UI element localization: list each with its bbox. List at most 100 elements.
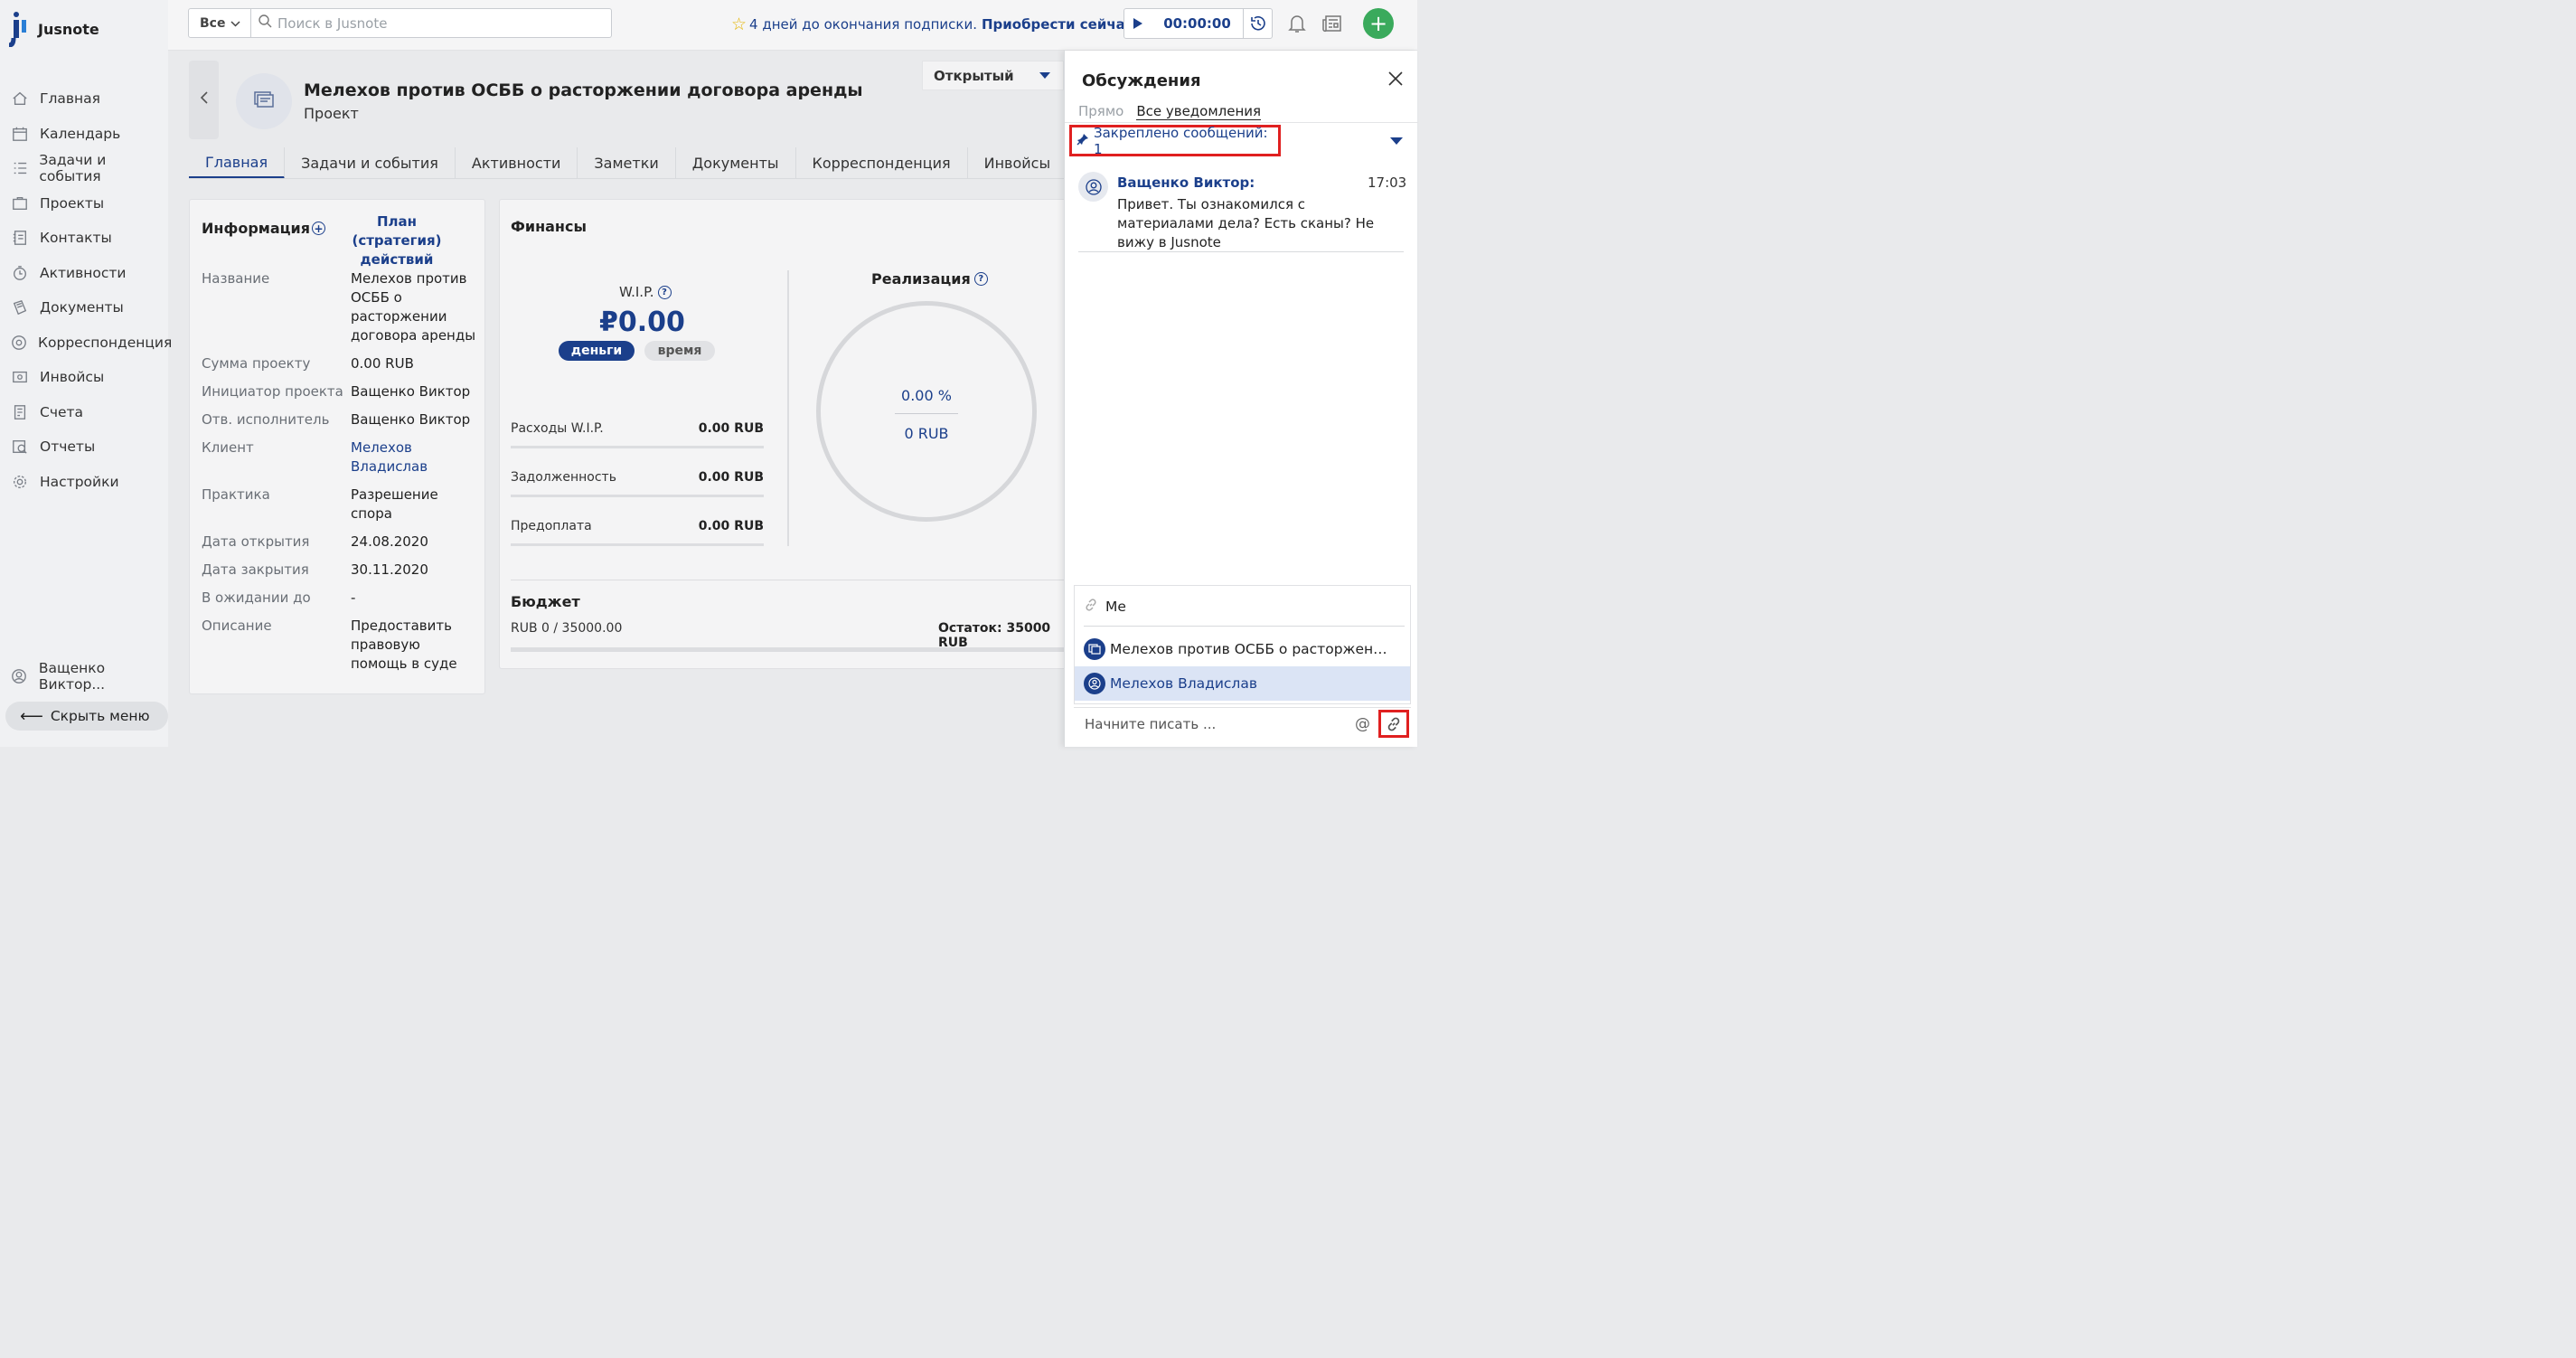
message-input[interactable] xyxy=(1074,715,1345,732)
info-value: 0.00 RUB xyxy=(351,355,414,372)
info-key: Описание xyxy=(202,618,272,634)
sidebar-item-invoices[interactable]: Инвойсы xyxy=(0,360,168,395)
link-icon[interactable] xyxy=(1378,710,1409,738)
sidebar-item-calendar[interactable]: Календарь xyxy=(0,117,168,152)
search-input[interactable] xyxy=(277,14,603,32)
sidebar-user[interactable]: Ващенко Виктор... xyxy=(11,660,168,693)
tab-invoices[interactable]: Инвойсы xyxy=(968,147,1064,178)
avatar xyxy=(1078,172,1108,202)
tab-documents[interactable]: Документы xyxy=(676,147,796,178)
info-row: Инициатор проекта Ващенко Виктор xyxy=(202,382,482,401)
link-icon xyxy=(1084,598,1098,616)
mention-option-project[interactable]: Мелехов против ОСББ о расторжении догово… xyxy=(1075,632,1410,666)
user-icon xyxy=(11,667,28,685)
client-link[interactable]: Мелехов Владислав xyxy=(351,439,477,476)
gear-icon xyxy=(11,473,29,491)
sidebar-item-correspondence[interactable]: Корреспонденция xyxy=(0,325,172,361)
info-value: 30.11.2020 xyxy=(351,561,428,578)
message-author[interactable]: Ващенко Виктор: xyxy=(1117,174,1255,191)
sidebar-item-home[interactable]: Главная xyxy=(0,81,168,117)
gauge-divider xyxy=(895,413,958,414)
logo[interactable]: Jusnote xyxy=(8,11,99,48)
help-icon[interactable]: ? xyxy=(657,285,672,299)
project-tabs: Главная Задачи и события Активности Заме… xyxy=(189,147,1064,179)
search-filter-select[interactable]: Все xyxy=(188,8,251,38)
play-icon[interactable] xyxy=(1124,17,1152,30)
tab-direct[interactable]: Прямо xyxy=(1078,103,1123,120)
contacts-icon xyxy=(11,229,29,247)
status-select[interactable]: Открытый xyxy=(922,61,1064,90)
time-toggle[interactable]: время xyxy=(644,341,715,361)
sidebar-nav: Главная Календарь Задачи и события Проек… xyxy=(0,81,172,500)
sidebar-item-documents[interactable]: Документы xyxy=(0,290,168,325)
money-toggle[interactable]: деньги xyxy=(559,341,635,361)
close-icon[interactable] xyxy=(1387,71,1406,89)
sidebar-user-name: Ващенко Виктор... xyxy=(38,660,106,693)
tab-correspondence[interactable]: Корреспонденция xyxy=(796,147,968,178)
sidebar-item-reports[interactable]: Отчеты xyxy=(0,429,168,465)
tab-tasks[interactable]: Задачи и события xyxy=(285,147,456,178)
sidebar-item-projects[interactable]: Проекты xyxy=(0,186,168,222)
info-key: Клиент xyxy=(202,439,254,456)
finance-title: Финансы xyxy=(511,218,587,235)
message-text: Привет. Ты ознакомился с материалами дел… xyxy=(1117,196,1375,250)
arrow-left-icon: ⟵ xyxy=(20,706,43,726)
help-icon[interactable]: ? xyxy=(973,272,988,286)
finance-row: Задолженность 0.00 RUB xyxy=(511,470,764,497)
add-button[interactable]: + xyxy=(1363,8,1394,39)
message-time: 17:03 xyxy=(1368,174,1407,191)
sidebar-item-label: Настройки xyxy=(40,473,119,490)
tab-notes[interactable]: Заметки xyxy=(578,147,676,178)
budget-title: Бюджет xyxy=(511,593,580,610)
sidebar-item-label: Задачи и события xyxy=(39,152,107,185)
bell-icon[interactable] xyxy=(1286,13,1308,34)
calendar-icon xyxy=(11,125,29,143)
hide-menu-button[interactable]: ⟵ Скрыть меню xyxy=(5,702,168,731)
tab-all-notifications[interactable]: Все уведомления xyxy=(1136,103,1262,120)
home-icon xyxy=(11,90,29,108)
wip-label-text: W.I.P. xyxy=(619,284,654,300)
plus-circle-icon[interactable]: + xyxy=(311,222,325,235)
back-button[interactable] xyxy=(189,61,219,139)
info-row: Практика Разрешение спора xyxy=(202,486,482,523)
topbar: Все ☆ 4 дней до окончания подписки. Прио… xyxy=(168,0,1417,51)
chevron-left-icon xyxy=(200,90,209,109)
at-sign-icon[interactable]: @ xyxy=(1355,715,1370,733)
project-folder-icon xyxy=(252,88,276,115)
info-value: Мелехов против ОСББ о расторжении догово… xyxy=(351,270,476,344)
info-value: Ващенко Виктор xyxy=(351,411,471,428)
info-key: Сумма проекту xyxy=(202,355,311,372)
status-value: Открытый xyxy=(934,67,1014,84)
tab-activities[interactable]: Активности xyxy=(456,147,578,178)
sidebar-item-accounts[interactable]: Счета xyxy=(0,395,168,430)
sidebar-item-label: Контакты xyxy=(40,230,112,247)
tab-home[interactable]: Главная xyxy=(189,147,286,178)
sidebar-item-tasks[interactable]: Задачи и события xyxy=(0,151,168,186)
sidebar-item-settings[interactable]: Настройки xyxy=(0,465,168,500)
mention-option-label: Мелехов против ОСББ о расторжении догово… xyxy=(1110,641,1395,657)
news-icon[interactable] xyxy=(1321,13,1343,34)
timer-history-icon[interactable] xyxy=(1243,9,1272,38)
mail-icon xyxy=(11,334,27,352)
jusnote-logo-icon xyxy=(8,11,29,48)
app-name: Jusnote xyxy=(38,20,99,38)
sidebar-item-activities[interactable]: Активности xyxy=(0,256,168,291)
add-button-label: + xyxy=(1368,11,1388,36)
sidebar-item-label: Главная xyxy=(40,90,100,108)
sidebar-item-label: Проекты xyxy=(40,194,105,212)
info-value: 24.08.2020 xyxy=(351,533,428,550)
sidebar-item-contacts[interactable]: Контакты xyxy=(0,221,168,256)
plan-link[interactable]: План (стратегия) действий xyxy=(336,212,457,269)
mention-option-contact[interactable]: Мелехов Владислав xyxy=(1075,666,1410,701)
timer-value: 00:00:00 xyxy=(1163,15,1231,32)
pinned-messages[interactable]: Закреплено сообщений: 1 xyxy=(1069,125,1281,157)
buy-now-link[interactable]: Приобрести сейчас xyxy=(982,16,1133,33)
info-heading: Информация + xyxy=(202,220,325,237)
info-value: Предоставить правовую помощь в суде xyxy=(351,618,457,672)
wip-value: ₽0.00 xyxy=(599,306,685,338)
finance-row-amount: 0.00 RUB xyxy=(698,519,764,533)
caret-down-icon xyxy=(1039,72,1050,79)
sidebar-item-label: Счета xyxy=(40,403,84,420)
caret-down-icon[interactable] xyxy=(1390,137,1403,145)
pin-icon xyxy=(1076,133,1089,149)
